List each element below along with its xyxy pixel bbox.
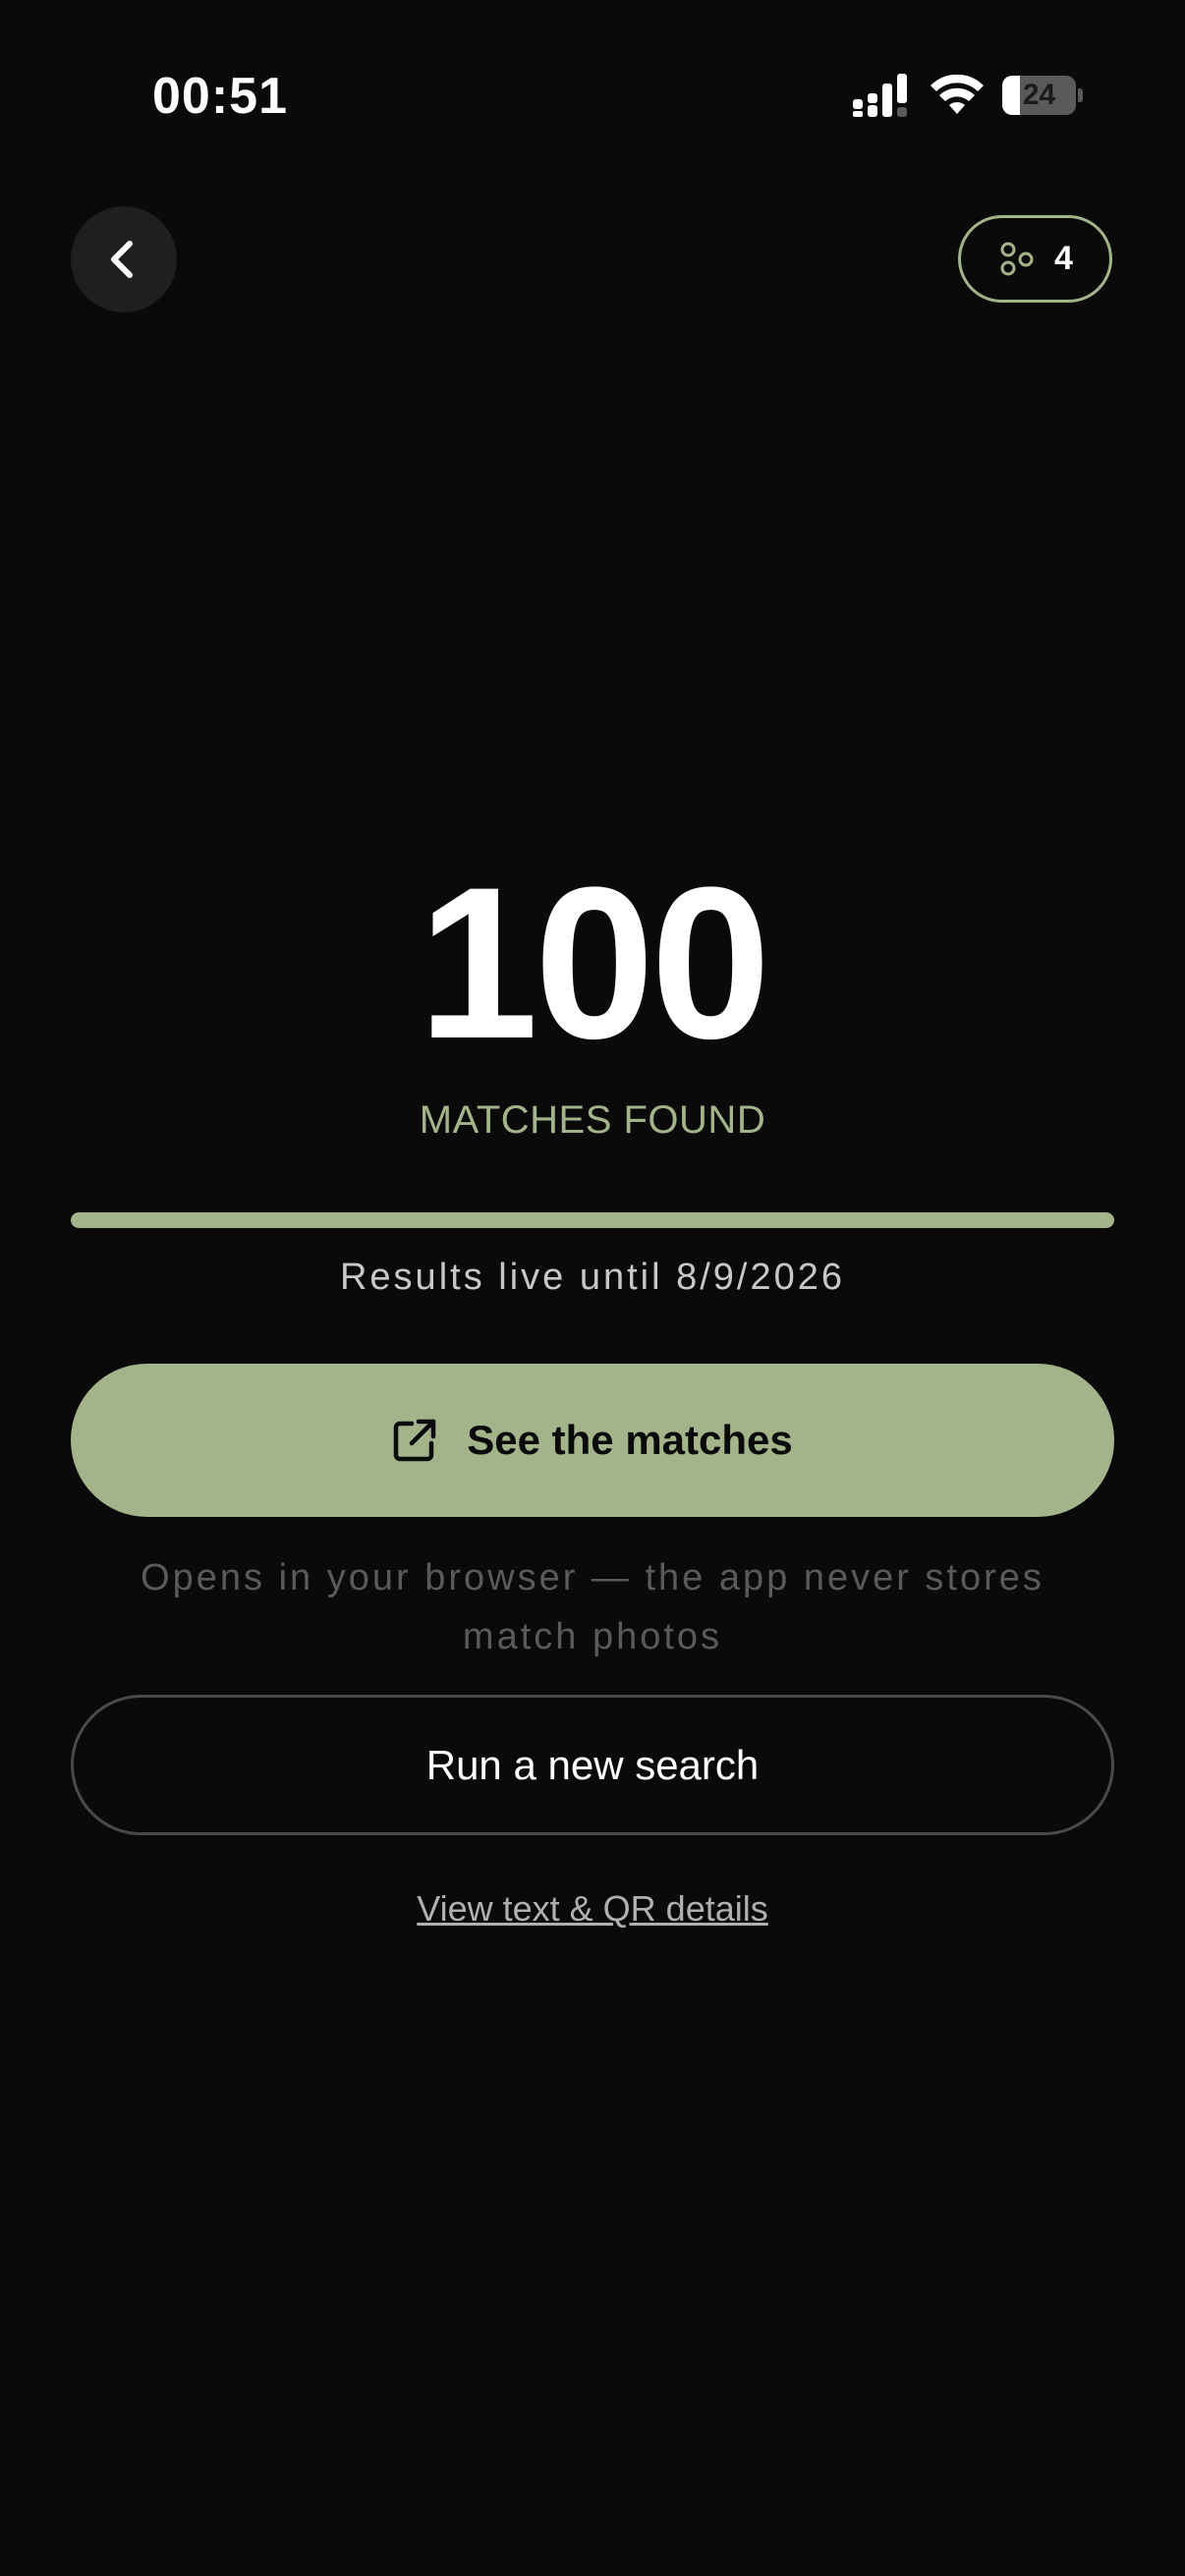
new-search-button[interactable]: Run a new search	[71, 1695, 1114, 1835]
match-count: 100	[418, 842, 770, 1084]
results-progress-fill	[71, 1212, 1114, 1228]
new-search-label: Run a new search	[425, 1741, 760, 1788]
view-details-link[interactable]: View text & QR details	[0, 1884, 1185, 1933]
chevron-left-icon	[111, 241, 133, 278]
status-bar-icons: 24	[853, 71, 1083, 120]
people-group-icon	[1000, 242, 1034, 275]
people-count-value: 4	[1054, 240, 1073, 277]
people-count-button[interactable]: 4	[958, 215, 1112, 303]
back-button[interactable]	[71, 206, 177, 312]
battery-level-text: 24	[1022, 79, 1056, 111]
results-expiry-text: Results live until 8/9/2026	[339, 1257, 846, 1298]
status-bar-time: 00:51	[152, 68, 288, 125]
see-matches-label: See the matches	[467, 1417, 793, 1463]
cellular-signal-icon	[853, 74, 907, 117]
external-link-icon	[394, 1419, 436, 1462]
match-count-label: MATCHES FOUND	[419, 1098, 766, 1142]
battery-icon: 24	[1002, 76, 1083, 115]
browser-privacy-note: Opens in your browser — the app never st…	[141, 1557, 1044, 1657]
results-progress-bar	[71, 1212, 1114, 1228]
see-matches-button[interactable]: See the matches	[71, 1364, 1114, 1517]
wifi-icon	[931, 75, 984, 114]
